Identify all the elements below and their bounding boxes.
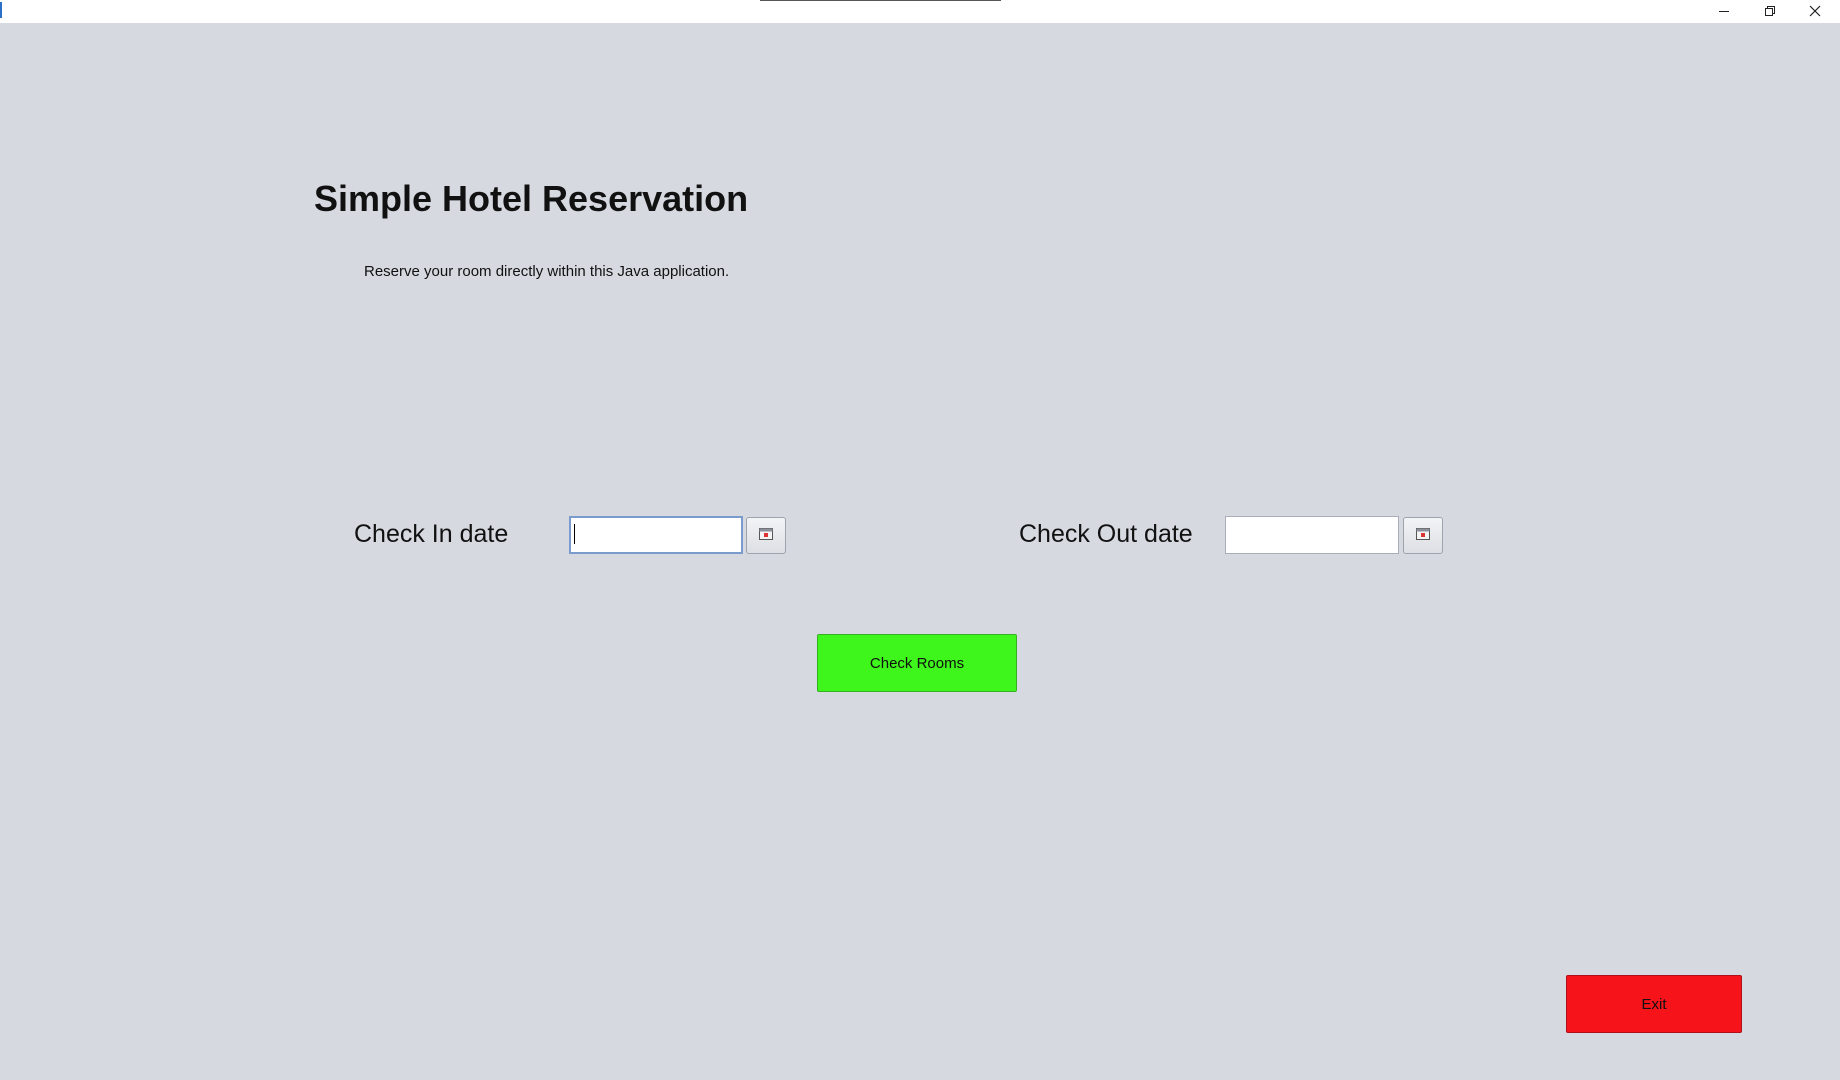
app-icon [0,2,2,18]
restore-button[interactable] [1748,0,1792,22]
minimize-button[interactable] [1702,0,1746,22]
check-out-label: Check Out date [1019,520,1193,548]
calendar-icon [1416,527,1430,545]
exit-button[interactable]: Exit [1566,975,1742,1033]
check-in-calendar-button[interactable] [746,517,786,554]
check-in-label: Check In date [354,520,509,548]
close-icon [1809,5,1821,17]
calendar-icon [759,527,773,545]
check-out-date-field[interactable] [1225,516,1399,554]
check-rooms-button[interactable]: Check Rooms [817,634,1017,692]
minimize-icon [1718,5,1730,17]
close-button[interactable] [1793,0,1837,22]
restore-icon [1764,5,1776,17]
check-in-date-field[interactable] [569,516,743,554]
page-title: Simple Hotel Reservation [314,178,749,219]
text-caret [574,524,575,544]
window-title [760,0,1001,1]
window-titlebar [0,0,1840,23]
check-out-calendar-button[interactable] [1403,517,1443,554]
page-subtitle: Reserve your room directly within this J… [364,263,730,280]
